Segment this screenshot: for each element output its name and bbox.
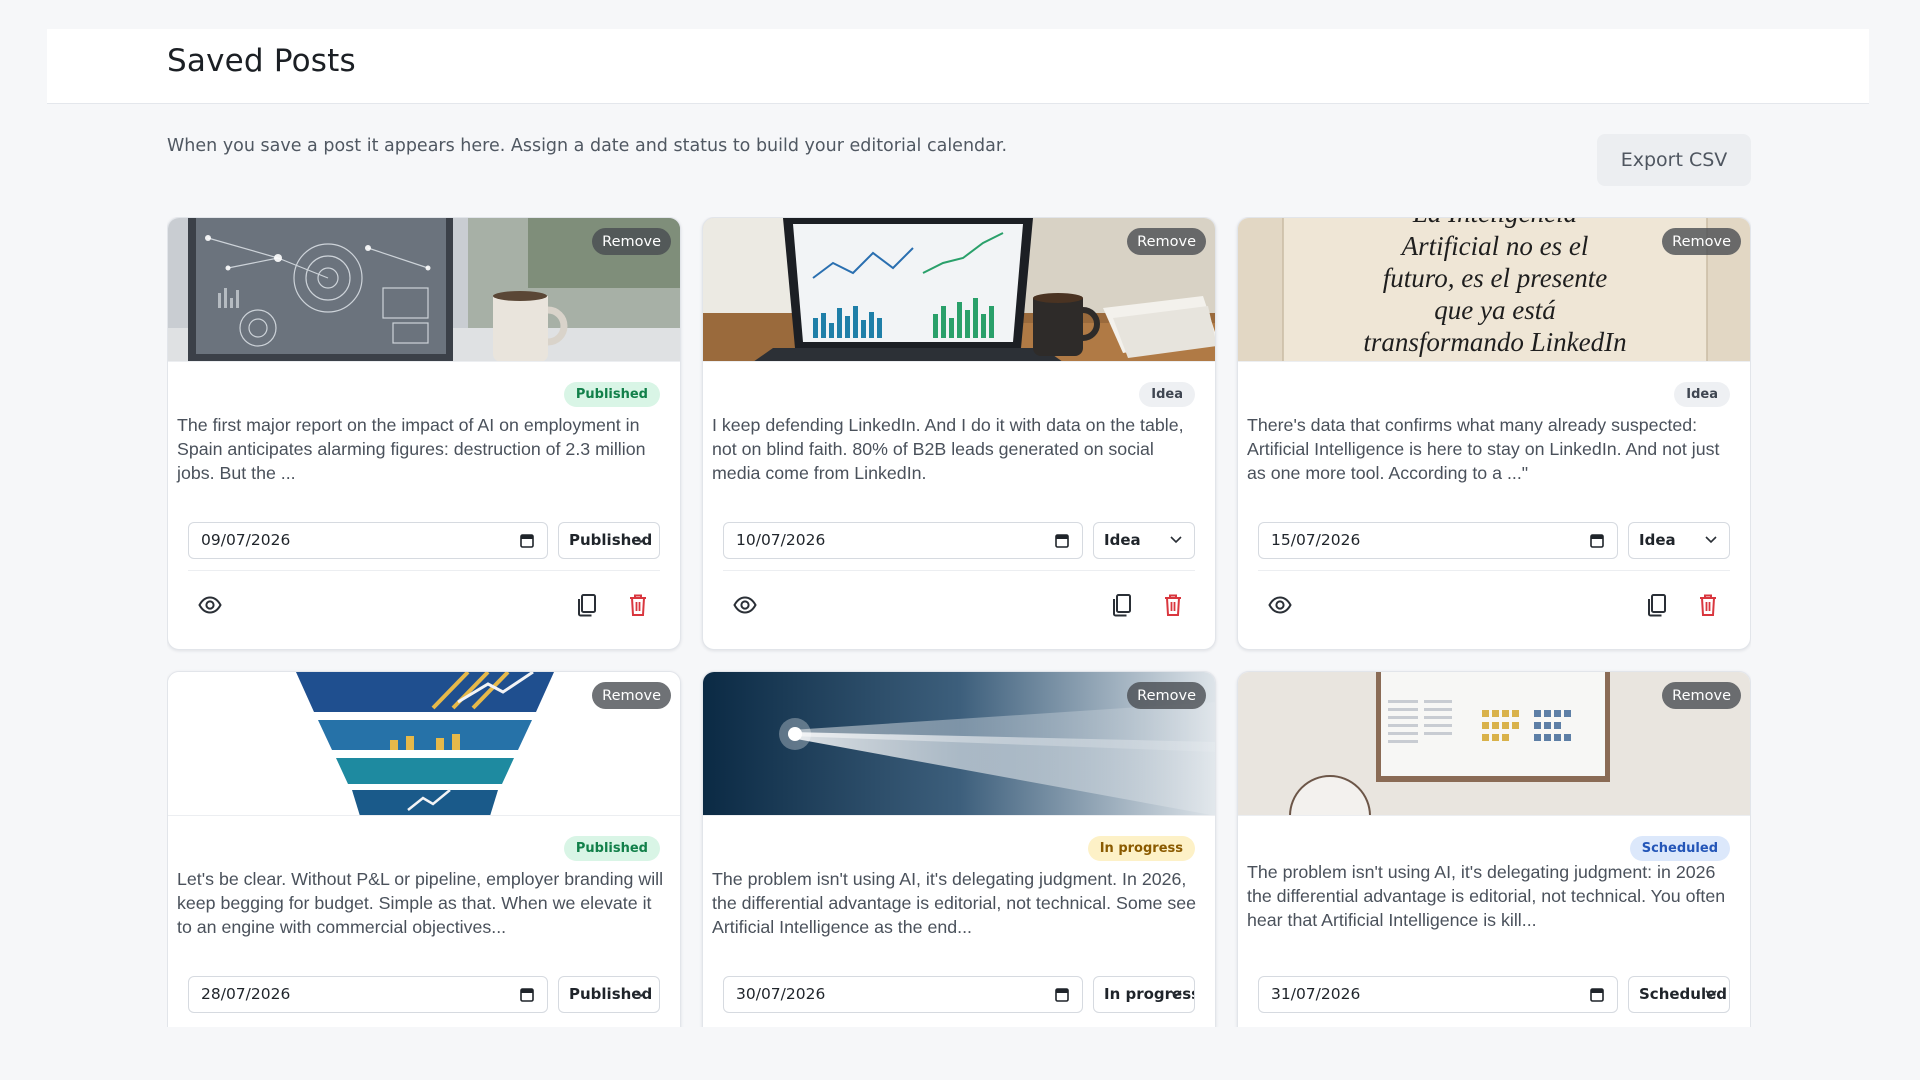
- post-image-calendar-board: Remove: [1238, 672, 1750, 816]
- post-excerpt: The first major report on the impact of …: [177, 415, 646, 483]
- post-excerpt: There's data that confirms what many alr…: [1247, 415, 1720, 483]
- status-badge: Idea: [1139, 382, 1195, 407]
- eye-icon[interactable]: [733, 593, 757, 617]
- quote-line: que ya está: [1434, 295, 1555, 325]
- quote-line: Artificial no es el: [1400, 231, 1589, 261]
- date-input[interactable]: 28/07/2026: [188, 976, 548, 1013]
- top-header: Saved Posts: [47, 29, 1869, 104]
- eye-icon[interactable]: [198, 593, 222, 617]
- quote-line: futuro, es el presente: [1383, 263, 1607, 293]
- status-badge: In progress: [1087, 836, 1195, 861]
- date-input[interactable]: 15/07/2026: [1258, 522, 1618, 559]
- status-select[interactable]: Published: [558, 976, 660, 1013]
- post-image-quote: La Inteligencia Artificial no es el futu…: [1238, 218, 1750, 362]
- divider: [1258, 570, 1730, 571]
- trash-icon[interactable]: [1163, 593, 1183, 617]
- date-value: 15/07/2026: [1271, 531, 1361, 549]
- saved-posts-grid: Remove Published The first major report …: [167, 217, 1751, 1027]
- status-select[interactable]: Published: [558, 522, 660, 559]
- remove-button[interactable]: Remove: [1127, 682, 1206, 709]
- status-badge: Idea: [1674, 382, 1730, 407]
- date-input[interactable]: 30/07/2026: [723, 976, 1083, 1013]
- status-badge: Scheduled: [1629, 836, 1730, 861]
- post-card: Remove Scheduled The problem isn't using…: [1237, 671, 1751, 1027]
- quote-line: transformando LinkedIn: [1363, 327, 1626, 357]
- remove-button[interactable]: Remove: [1662, 228, 1741, 255]
- remove-button[interactable]: Remove: [592, 682, 671, 709]
- status-badge: Published: [563, 382, 660, 407]
- page-title: Saved Posts: [167, 43, 356, 79]
- remove-button[interactable]: Remove: [592, 228, 671, 255]
- post-card: Remove Idea I keep defending LinkedIn. A…: [702, 217, 1216, 650]
- calendar-icon[interactable]: [520, 533, 534, 548]
- chevron-down-icon: [635, 536, 647, 544]
- calendar-icon[interactable]: [520, 987, 534, 1002]
- copy-icon[interactable]: [1111, 593, 1133, 617]
- chevron-down-icon: [635, 990, 647, 998]
- divider: [188, 570, 660, 571]
- post-excerpt: The problem isn't using AI, it's delegat…: [1247, 862, 1726, 930]
- date-input[interactable]: 09/07/2026: [188, 522, 548, 559]
- chevron-down-icon: [1705, 536, 1717, 544]
- copy-icon[interactable]: [1646, 593, 1668, 617]
- trash-icon[interactable]: [1698, 593, 1718, 617]
- date-value: 31/07/2026: [1271, 985, 1361, 1003]
- quote-line: La Inteligencia: [1412, 218, 1577, 228]
- date-input[interactable]: 10/07/2026: [723, 522, 1083, 559]
- trash-icon[interactable]: [628, 593, 648, 617]
- status-select[interactable]: Scheduled: [1628, 976, 1730, 1013]
- status-select[interactable]: Idea: [1093, 522, 1195, 559]
- chevron-down-icon: [1170, 536, 1182, 544]
- post-image-tablet: Remove: [168, 218, 680, 362]
- calendar-icon[interactable]: [1590, 987, 1604, 1002]
- date-value: 09/07/2026: [201, 531, 291, 549]
- chevron-down-icon: [1170, 990, 1182, 998]
- date-input[interactable]: 31/07/2026: [1258, 976, 1618, 1013]
- divider: [723, 570, 1195, 571]
- post-image-light-beam: Remove: [703, 672, 1215, 816]
- date-value: 10/07/2026: [736, 531, 826, 549]
- post-card: Remove Published The first major report …: [167, 217, 681, 650]
- post-excerpt: The problem isn't using AI, it's delegat…: [712, 869, 1197, 937]
- post-card: Remove In progress The problem isn't usi…: [702, 671, 1216, 1027]
- calendar-icon[interactable]: [1590, 533, 1604, 548]
- status-select-value: Idea: [1639, 531, 1676, 549]
- post-image-laptop: Remove: [703, 218, 1215, 362]
- status-select[interactable]: Idea: [1628, 522, 1730, 559]
- post-card: La Inteligencia Artificial no es el futu…: [1237, 217, 1751, 650]
- status-select-value: Idea: [1104, 531, 1141, 549]
- calendar-icon[interactable]: [1055, 987, 1069, 1002]
- date-value: 30/07/2026: [736, 985, 826, 1003]
- post-excerpt: Let's be clear. Without P&L or pipeline,…: [177, 869, 664, 937]
- status-select[interactable]: In progress: [1093, 976, 1195, 1013]
- export-csv-button[interactable]: Export CSV: [1597, 134, 1751, 186]
- post-image-funnel: Remove: [168, 672, 680, 816]
- remove-button[interactable]: Remove: [1662, 682, 1741, 709]
- page-description: When you save a post it appears here. As…: [167, 136, 1008, 156]
- calendar-icon[interactable]: [1055, 533, 1069, 548]
- remove-button[interactable]: Remove: [1127, 228, 1206, 255]
- copy-icon[interactable]: [576, 593, 598, 617]
- chevron-down-icon: [1705, 990, 1717, 998]
- post-card: Remove Published Let's be clear. Without…: [167, 671, 681, 1027]
- eye-icon[interactable]: [1268, 593, 1292, 617]
- status-badge: Published: [563, 836, 660, 861]
- post-excerpt: I keep defending LinkedIn. And I do it w…: [712, 415, 1184, 483]
- date-value: 28/07/2026: [201, 985, 291, 1003]
